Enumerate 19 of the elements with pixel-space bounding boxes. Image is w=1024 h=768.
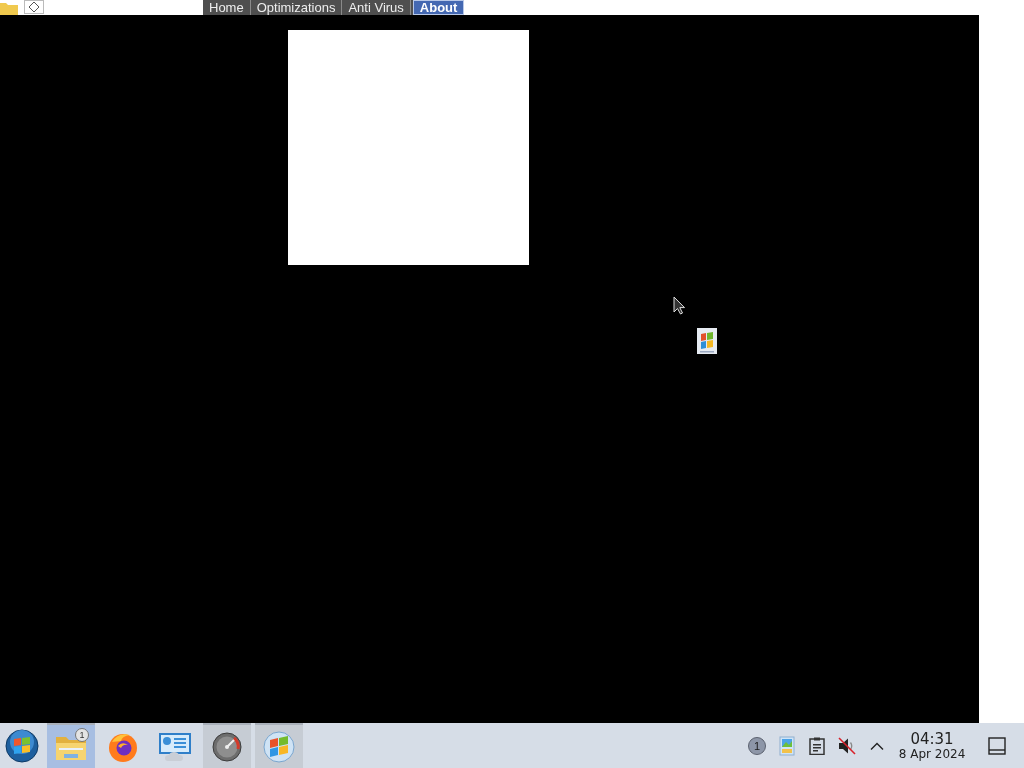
flag-orb-icon xyxy=(263,730,295,763)
tray-counter[interactable]: 1 xyxy=(748,736,766,755)
tab[interactable]: About xyxy=(412,0,465,15)
clipboard-icon[interactable] xyxy=(809,736,825,755)
flag-orb-icon xyxy=(5,728,39,763)
taskbar-button[interactable] xyxy=(203,723,251,768)
taskbar-button[interactable]: 1 xyxy=(47,723,95,768)
speedometer-icon xyxy=(212,731,242,762)
taskbar-button[interactable] xyxy=(255,723,303,768)
caret-up-icon[interactable] xyxy=(870,741,884,750)
mouse-pointer-icon xyxy=(673,296,686,315)
desktop-panel-icon[interactable] xyxy=(988,736,1006,755)
monitor-cloud-icon xyxy=(159,732,191,761)
clock-date[interactable]: 8 Apr 2024 xyxy=(898,746,966,761)
clock-time[interactable]: 04:31 xyxy=(910,730,954,747)
swirl-globe-icon xyxy=(108,731,138,762)
flag-file-icon[interactable] xyxy=(697,328,717,354)
muted-speaker-icon[interactable] xyxy=(838,736,856,755)
notification-count: 1 xyxy=(75,728,89,742)
